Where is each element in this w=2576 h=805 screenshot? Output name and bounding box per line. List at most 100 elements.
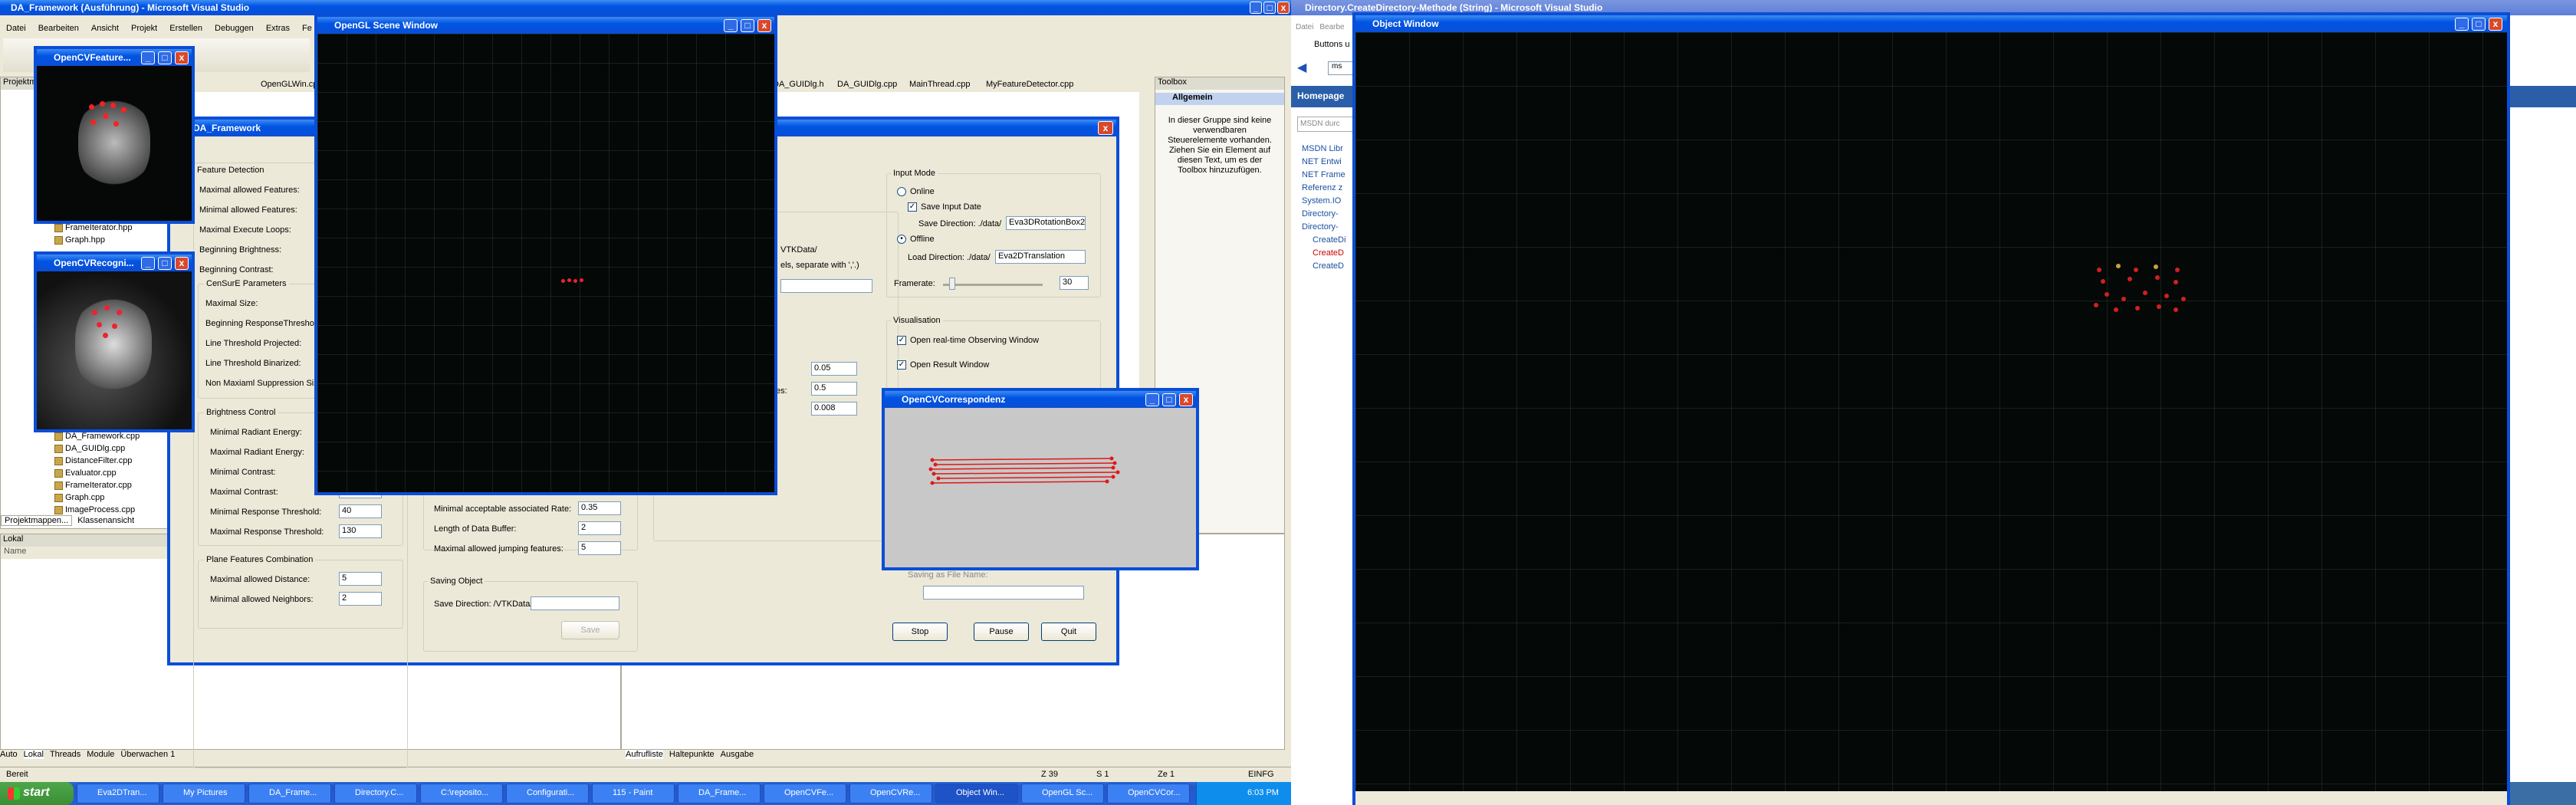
save-button[interactable]: Save [561, 621, 619, 639]
mid-value-2[interactable]: 0.5 [811, 382, 857, 396]
tab-threads[interactable]: Threads [50, 750, 80, 759]
max-distance-input[interactable]: 5 [339, 572, 382, 586]
vis-observing-checkbox[interactable]: ✓ Open real-time Observing Window [897, 336, 1039, 346]
vs-max-button[interactable]: □ [1263, 2, 1276, 14]
framerate-slider-thumb[interactable] [949, 278, 955, 290]
close-icon[interactable]: x [175, 257, 189, 270]
taskbar-item-active[interactable]: Object Win... [935, 784, 1018, 803]
menu-datei[interactable]: Datei [6, 24, 26, 33]
menu-projekt[interactable]: Projekt [131, 24, 157, 33]
object-scene-canvas[interactable] [1355, 32, 2507, 791]
buffer-length-input[interactable]: 2 [578, 521, 621, 535]
taskbar-item[interactable]: OpenCVCor... [1107, 784, 1190, 803]
tab-featuredetector[interactable]: MyFeatureDetector.cpp [986, 80, 1073, 89]
taskbar-item[interactable]: OpenGL Sc... [1021, 784, 1104, 803]
tree-item[interactable]: Graph.cpp [54, 493, 140, 505]
mid-value-3[interactable]: 0.008 [811, 402, 857, 416]
minimize-icon[interactable]: _ [724, 19, 738, 32]
tab-opengl[interactable]: OpenGLWin.cpp [261, 80, 323, 89]
tab-lokal[interactable]: Lokal [23, 750, 44, 759]
close-icon[interactable]: x [2489, 18, 2502, 31]
homepage-link[interactable]: Homepage [1297, 90, 1344, 101]
max-response-input[interactable]: 130 [339, 524, 382, 538]
save-dir2-input[interactable]: Eva3DRotationBox2 [1006, 216, 1086, 230]
nav-sub-item-current[interactable]: CreateD [1302, 247, 1346, 260]
gl-title-bar[interactable]: OpenGL Scene Window [317, 17, 774, 34]
ie-tab[interactable]: Buttons u [1314, 40, 1349, 49]
dialog-close-button[interactable]: x [1098, 121, 1113, 135]
save-input-checkbox[interactable]: ✓ Save Input Date [908, 202, 981, 212]
tab-output[interactable]: Ausgabe [721, 750, 754, 759]
tree-item[interactable]: DA_Framework.cpp [54, 432, 140, 444]
minimize-icon[interactable]: _ [141, 257, 155, 270]
minimize-icon[interactable]: _ [141, 51, 155, 64]
jumping-features-input[interactable]: 5 [578, 541, 621, 555]
menu-ansicht[interactable]: Ansicht [91, 24, 119, 33]
tab-module[interactable]: Module [87, 750, 114, 759]
nav-item[interactable]: Referenz z [1302, 182, 1346, 195]
vis-result-checkbox[interactable]: ✓ Open Result Window [897, 360, 989, 370]
pause-button[interactable]: Pause [974, 623, 1029, 641]
offline-radio[interactable]: • Offline [897, 235, 935, 245]
tab-guidlg-h[interactable]: DA_GUIDlg.h [773, 80, 824, 89]
online-radio[interactable]: Online [897, 187, 935, 197]
gl-scene-canvas[interactable] [317, 34, 774, 492]
close-icon[interactable]: x [175, 51, 189, 64]
tab-classview[interactable]: Klassenansicht [74, 516, 137, 525]
tab-watch[interactable]: Überwachen 1 [120, 750, 175, 759]
mid-value-1[interactable]: 0.05 [811, 362, 857, 376]
vs-close-button[interactable]: x [1277, 2, 1290, 14]
back-icon[interactable]: ◀ [1297, 60, 1306, 75]
stop-button[interactable]: Stop [892, 623, 948, 641]
tab-breakpoints[interactable]: Haltepunkte [669, 750, 715, 759]
tree-item[interactable]: DA_GUIDlg.cpp [54, 444, 140, 456]
tree-item[interactable]: FrameIterator.cpp [54, 481, 140, 493]
maximize-icon[interactable]: □ [158, 257, 172, 270]
taskbar-item[interactable]: My Pictures [163, 784, 245, 803]
tree-item[interactable]: DistanceFilter.cpp [54, 456, 140, 468]
maximize-icon[interactable]: □ [741, 19, 754, 32]
toolbox-group[interactable]: Allgemein [1155, 93, 1284, 105]
taskbar-item[interactable]: Eva2DTran... [77, 784, 159, 803]
nav-item[interactable]: Directory- [1302, 221, 1346, 234]
minimize-icon[interactable]: _ [1145, 393, 1159, 406]
tab-callstack[interactable]: Aufrufliste [626, 750, 663, 759]
tab-guidlg-cpp[interactable]: DA_GUIDlg.cpp [837, 80, 897, 89]
nav-sub-item[interactable]: CreateDi [1302, 234, 1346, 247]
taskbar-item[interactable]: 115 - Paint [592, 784, 675, 803]
min-response-input[interactable]: 40 [339, 504, 382, 518]
tab-auto[interactable]: Auto [0, 750, 18, 759]
taskbar-item[interactable]: OpenCVRe... [849, 784, 932, 803]
menu-erstellen[interactable]: Erstellen [169, 24, 202, 33]
nav-item[interactable]: Directory- [1302, 208, 1346, 221]
maximize-icon[interactable]: □ [2472, 18, 2486, 31]
load-dir-input[interactable]: Eva2DTranslation [995, 250, 1086, 264]
maximize-icon[interactable]: □ [158, 51, 172, 64]
framerate-slider[interactable] [943, 284, 1043, 286]
files-input[interactable] [780, 279, 872, 293]
taskbar-item[interactable]: OpenCVFe... [764, 784, 846, 803]
tree-item[interactable]: FrameIterator.hpp [54, 223, 132, 235]
assoc-rate-input[interactable]: 0.35 [578, 501, 621, 515]
taskbar-item[interactable]: C:\reposito... [420, 784, 503, 803]
nav-item[interactable]: MSDN Libr [1302, 143, 1346, 156]
save-filename-input[interactable] [923, 586, 1084, 600]
menu-debuggen[interactable]: Debuggen [215, 24, 254, 33]
nav-item[interactable]: System.IO [1302, 195, 1346, 208]
menu-extras[interactable]: Extras [266, 24, 290, 33]
framerate-input[interactable]: 30 [1060, 276, 1089, 290]
quit-button[interactable]: Quit [1041, 623, 1096, 641]
taskbar-item[interactable]: Configurati... [506, 784, 589, 803]
nav-item[interactable]: NET Frame [1302, 169, 1346, 182]
vs-min-button[interactable]: _ [1250, 2, 1262, 14]
msdn-search[interactable]: MSDN durc [1297, 117, 1359, 132]
save-dir-input[interactable] [531, 596, 619, 610]
minimize-icon[interactable]: _ [2455, 18, 2469, 31]
tab-mainthread[interactable]: MainThread.cpp [909, 80, 971, 89]
tree-item[interactable]: Evaluator.cpp [54, 468, 140, 481]
tree-item[interactable]: Graph.hpp [54, 235, 132, 248]
taskbar-item[interactable]: DA_Frame... [678, 784, 761, 803]
taskbar-item[interactable]: Directory.C... [334, 784, 417, 803]
object-title-bar[interactable]: Object Window [1355, 15, 2507, 32]
close-icon[interactable]: x [757, 19, 771, 32]
